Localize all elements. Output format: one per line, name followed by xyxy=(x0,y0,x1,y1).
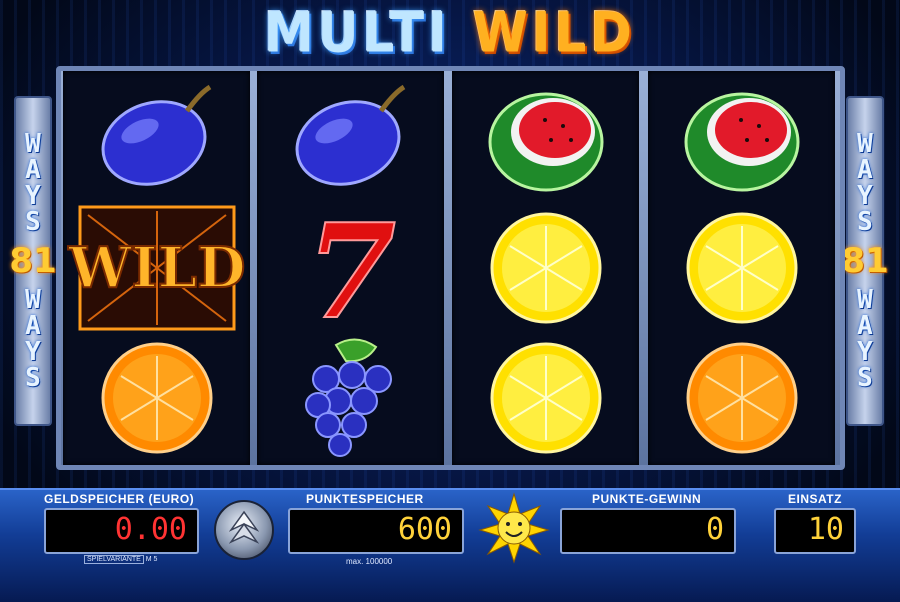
variant-code: M 5 xyxy=(145,556,158,563)
ways-letter: W xyxy=(25,129,41,159)
ways-indicator-right: W A Y S 81 W A Y S xyxy=(841,96,889,426)
ways-letter: W xyxy=(857,285,873,315)
wild-symbol-text: WILD xyxy=(67,235,245,301)
credit-label: GELDSPEICHER (EURO) xyxy=(44,492,195,506)
ways-count: 81 xyxy=(841,241,889,281)
game-variant-info: SPIELVARIANTE M 5 xyxy=(84,555,158,564)
ways-letter: Y xyxy=(857,181,873,211)
lemon-icon xyxy=(648,203,835,333)
reel-2: 7 xyxy=(257,71,444,465)
lemon-icon xyxy=(452,333,639,463)
points-label: PUNKTESPEICHER xyxy=(306,492,424,506)
win-label: PUNKTE-GEWINN xyxy=(592,492,702,506)
ways-count: 81 xyxy=(9,241,57,281)
grapes-icon xyxy=(257,333,444,463)
game-logo: MULTI WILD xyxy=(0,0,900,69)
orange-icon xyxy=(63,333,250,463)
reel-1: WILD xyxy=(63,71,250,465)
seven-symbol-text: 7 xyxy=(305,195,395,348)
credit-display: 0.00 xyxy=(44,508,199,554)
ways-letter: W xyxy=(25,285,41,315)
sun-icon xyxy=(478,492,550,564)
lemon-icon xyxy=(452,203,639,333)
reel-4 xyxy=(648,71,835,465)
points-display: 600 xyxy=(288,508,464,554)
start-button[interactable] xyxy=(214,500,274,560)
watermelon-icon xyxy=(452,73,639,203)
ways-letter: S xyxy=(857,207,873,237)
variant-label: SPIELVARIANTE xyxy=(84,555,144,564)
ways-letter: A xyxy=(857,155,873,185)
ways-indicator-left: W A Y S 81 W A Y S xyxy=(9,96,57,426)
ways-letter: Y xyxy=(857,337,873,367)
merkur-sun-logo xyxy=(478,492,550,568)
reel-3 xyxy=(452,71,639,465)
bet-label: EINSATZ xyxy=(788,492,842,506)
win-display: 0 xyxy=(560,508,736,554)
max-points-label: max. 100000 xyxy=(346,557,393,566)
seven-icon: 7 xyxy=(257,194,444,349)
orange-icon xyxy=(648,333,835,463)
watermelon-icon xyxy=(648,73,835,203)
wild-icon: WILD xyxy=(63,203,250,333)
logo-multi: MULTI xyxy=(264,1,451,65)
ways-letter: A xyxy=(857,311,873,341)
plum-icon xyxy=(257,73,444,203)
bet-display[interactable]: 10 xyxy=(774,508,856,554)
ways-letter: A xyxy=(25,155,41,185)
ways-letter: W xyxy=(857,129,873,159)
ways-letter: Y xyxy=(25,181,41,211)
ways-letter: S xyxy=(25,207,41,237)
chevron-up-icon xyxy=(229,510,259,544)
ways-letter: A xyxy=(25,311,41,341)
ways-letter: Y xyxy=(25,337,41,367)
ways-letter: S xyxy=(25,363,41,393)
ways-letter: S xyxy=(857,363,873,393)
plum-icon xyxy=(63,73,250,203)
logo-wild: WILD xyxy=(472,1,636,65)
